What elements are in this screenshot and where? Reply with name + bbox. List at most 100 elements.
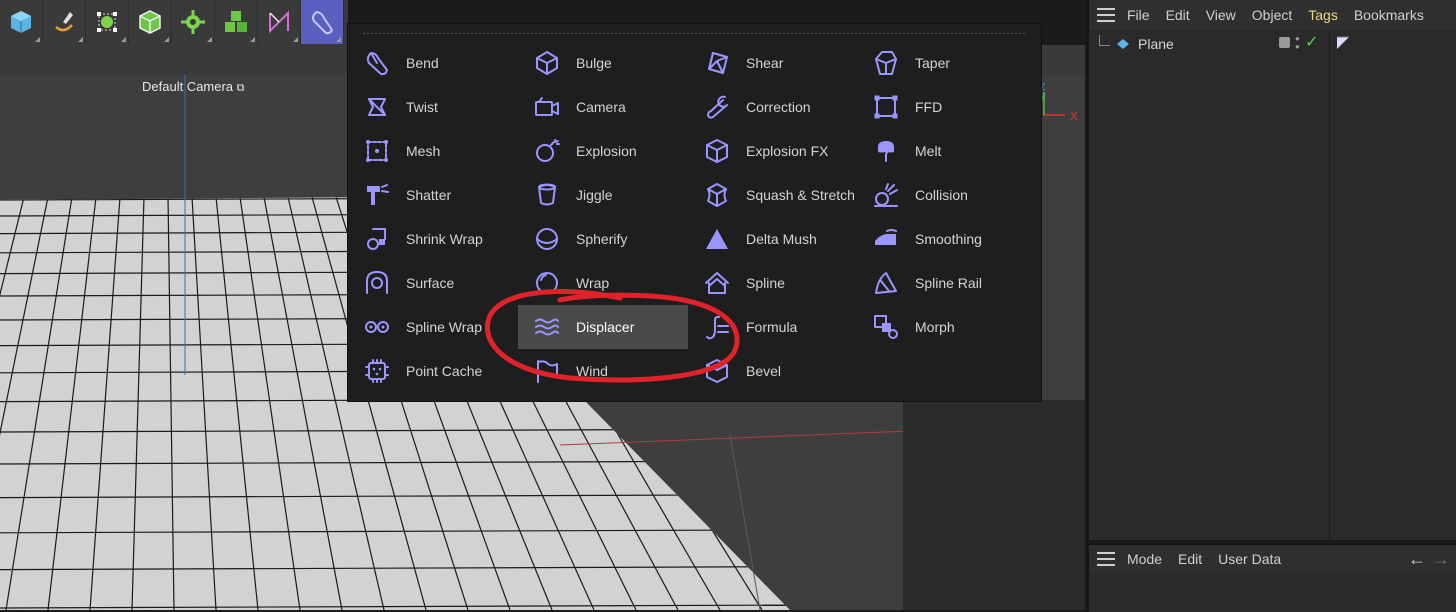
menu-edit[interactable]: Edit: [1178, 551, 1202, 567]
hamburger-icon[interactable]: [1097, 552, 1115, 566]
menu-item-taper[interactable]: Taper: [857, 41, 1027, 85]
column-divider: [1329, 30, 1330, 540]
menu-item-shear[interactable]: Shear: [688, 41, 858, 85]
menu-item-wrap[interactable]: Wrap: [518, 261, 688, 305]
menu-item-label: Camera: [576, 99, 626, 115]
attribute-manager-menu: Mode Edit User Data ← →: [1089, 545, 1456, 573]
menu-tags[interactable]: Tags: [1308, 7, 1338, 23]
explosion-fx-icon: [702, 136, 732, 166]
menu-item-mesh[interactable]: Mesh: [348, 129, 518, 173]
menu-item-spline-wrap[interactable]: Spline Wrap: [348, 305, 518, 349]
deformer-menu: Bend Twist Mesh Shatter Shrink Wrap Surface Sp…: [347, 23, 1042, 402]
spline-icon: [702, 268, 732, 298]
menu-item-label: Mesh: [406, 143, 441, 159]
menu-item-point-cache[interactable]: Point Cache: [348, 349, 518, 393]
menu-user-data[interactable]: User Data: [1218, 551, 1281, 567]
menu-view[interactable]: View: [1206, 7, 1236, 23]
menu-item-camera[interactable]: Camera: [518, 85, 688, 129]
menu-item-spline[interactable]: Spline: [688, 261, 858, 305]
menu-item-label: Explosion FX: [746, 143, 829, 159]
forward-arrow-icon[interactable]: →: [1432, 549, 1450, 570]
correction-icon: [702, 92, 732, 122]
menu-bookmarks[interactable]: Bookmarks: [1354, 7, 1424, 23]
bend-icon: [362, 48, 392, 78]
object-row-plane[interactable]: Plane ● ● ✓: [1099, 34, 1454, 54]
wrap-icon: [532, 268, 562, 298]
menu-item-label: Formula: [746, 319, 798, 335]
pen-spline-icon[interactable]: [43, 0, 86, 44]
menu-item-correction[interactable]: Correction: [688, 85, 858, 129]
back-arrow-icon[interactable]: ←: [1408, 549, 1426, 570]
menu-item-label: Shrink Wrap: [406, 231, 483, 247]
menu-item-surface[interactable]: Surface: [348, 261, 518, 305]
menu-item-delta-mush[interactable]: Delta Mush: [688, 217, 858, 261]
field-icon[interactable]: [258, 0, 301, 44]
displacer-icon: [532, 312, 562, 342]
morph-icon: [871, 312, 901, 342]
object-manager: File Edit View Object Tags Bookmarks Pla…: [1087, 0, 1456, 540]
menu-item-label: Delta Mush: [746, 231, 817, 247]
menu-item-ffd[interactable]: FFD: [857, 85, 1027, 129]
menu-edit[interactable]: Edit: [1166, 7, 1190, 23]
shear-icon: [702, 48, 732, 78]
menu-item-explosion[interactable]: Explosion: [518, 129, 688, 173]
menu-item-label: Shear: [746, 55, 784, 71]
enabled-check-icon[interactable]: ✓: [1305, 32, 1318, 52]
hamburger-icon[interactable]: [1097, 8, 1115, 22]
spline-wrap-icon: [362, 312, 392, 342]
menu-item-formula[interactable]: Formula: [688, 305, 858, 349]
deformer-icon[interactable]: [301, 0, 344, 44]
tag-icon[interactable]: [1335, 35, 1351, 51]
menu-item-spline-rail[interactable]: Spline Rail: [857, 261, 1027, 305]
menu-item-bulge[interactable]: Bulge: [518, 41, 688, 85]
menu-item-label: Collision: [915, 187, 968, 203]
menu-item-label: FFD: [915, 99, 943, 115]
surface-icon: [362, 268, 392, 298]
menu-item-melt[interactable]: Melt: [857, 129, 1027, 173]
menu-mode[interactable]: Mode: [1127, 551, 1162, 567]
object-manager-menu: File Edit View Object Tags Bookmarks: [1089, 0, 1456, 30]
menu-item-label: Explosion: [576, 143, 637, 159]
menu-item-explosion-fx[interactable]: Explosion FX: [688, 129, 858, 173]
points-select-icon[interactable]: [86, 0, 129, 44]
menu-item-label: Bend: [406, 55, 439, 71]
menu-item-label: Surface: [406, 275, 455, 291]
camera-label: Default Camera ⧉: [142, 79, 245, 94]
point-cache-icon: [362, 356, 392, 386]
menu-item-displacer[interactable]: Displacer: [518, 305, 688, 349]
cubes-stack-icon[interactable]: [215, 0, 258, 44]
wind-icon: [532, 356, 562, 386]
object-name[interactable]: Plane: [1138, 36, 1174, 52]
menu-item-label: Melt: [915, 143, 942, 159]
camera-icon: [532, 92, 562, 122]
menu-item-squash-stretch[interactable]: Squash & Stretch: [688, 173, 858, 217]
cube-green-icon[interactable]: [129, 0, 172, 44]
menu-item-wind[interactable]: Wind: [518, 349, 688, 393]
menu-item-bevel[interactable]: Bevel: [688, 349, 858, 393]
menu-item-spherify[interactable]: Spherify: [518, 217, 688, 261]
melt-icon: [871, 136, 901, 166]
editor-visibility-icon[interactable]: [1279, 37, 1290, 48]
menu-item-label: Correction: [746, 99, 811, 115]
menu-object[interactable]: Object: [1252, 7, 1292, 23]
smoothing-icon: [871, 224, 901, 254]
menu-item-jiggle[interactable]: Jiggle: [518, 173, 688, 217]
tree-line: [1099, 34, 1110, 46]
menu-item-smoothing[interactable]: Smoothing: [857, 217, 1027, 261]
menu-item-shrink-wrap[interactable]: Shrink Wrap: [348, 217, 518, 261]
gear-generator-icon[interactable]: [172, 0, 215, 44]
menu-item-label: Spline Wrap: [406, 319, 483, 335]
main-toolbar: [0, 0, 348, 45]
axis-gizmo: X Z Y: [1040, 82, 1078, 123]
menu-item-shatter[interactable]: Shatter: [348, 173, 518, 217]
visibility-dots-icon[interactable]: ● ●: [1295, 35, 1300, 51]
menu-item-collision[interactable]: Collision: [857, 173, 1027, 217]
cube-icon[interactable]: [0, 0, 43, 44]
menu-item-label: Point Cache: [406, 363, 483, 379]
delta-mush-icon: [702, 224, 732, 254]
tear-off-handle[interactable]: [362, 32, 1026, 35]
menu-file[interactable]: File: [1127, 7, 1150, 23]
menu-item-bend[interactable]: Bend: [348, 41, 518, 85]
menu-item-twist[interactable]: Twist: [348, 85, 518, 129]
menu-item-morph[interactable]: Morph: [857, 305, 1027, 349]
